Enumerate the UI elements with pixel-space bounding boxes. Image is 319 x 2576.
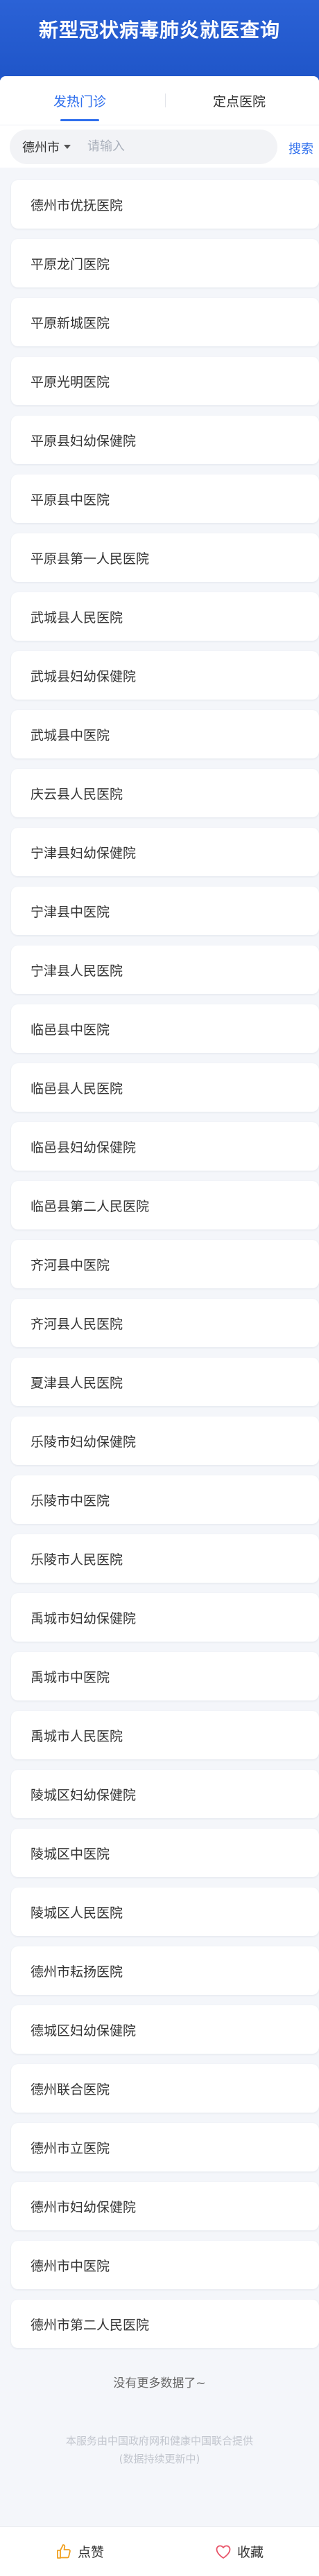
hospital-item[interactable]: 平原龙门医院 <box>11 239 319 287</box>
hospital-item[interactable]: 德州市第二人民医院 <box>11 2300 319 2348</box>
hospital-item[interactable]: 临邑县中医院 <box>11 1004 319 1053</box>
source-line-2: (数据持续更新中) <box>119 2453 200 2465</box>
favorite-label: 收藏 <box>236 2545 264 2560</box>
hospital-item[interactable]: 武城县人民医院 <box>11 592 319 641</box>
hospital-item[interactable]: 宁津县中医院 <box>11 887 319 935</box>
hospital-item[interactable]: 宁津县妇幼保健院 <box>11 828 319 876</box>
search-button[interactable]: 搜索 <box>288 139 313 157</box>
hospital-item[interactable]: 夏津县人民医院 <box>11 1358 319 1406</box>
hospital-item[interactable]: 齐河县人民医院 <box>11 1299 319 1347</box>
hospital-item[interactable]: 平原新城医院 <box>11 298 319 346</box>
city-label: 德州市 <box>22 140 60 155</box>
hospital-item[interactable]: 乐陵市人民医院 <box>11 1534 319 1583</box>
hospital-item[interactable]: 平原县第一人民医院 <box>11 533 319 582</box>
hospital-item[interactable]: 德州市妇幼保健院 <box>11 2182 319 2230</box>
hospital-item[interactable]: 德州市立医院 <box>11 2123 319 2171</box>
search-card: 发热门诊 定点医院 德州市 搜索 <box>0 76 319 168</box>
search-row: 德州市 搜索 <box>0 125 319 168</box>
hospital-item[interactable]: 齐河县中医院 <box>11 1240 319 1288</box>
hospital-item[interactable]: 临邑县第二人民医院 <box>11 1181 319 1229</box>
page-header: 新型冠状病毒肺炎就医查询 <box>0 0 319 80</box>
hospital-item[interactable]: 陵城区妇幼保健院 <box>11 1770 319 1818</box>
like-button[interactable]: 点赞 <box>0 2542 160 2561</box>
hospital-item[interactable]: 临邑县妇幼保健院 <box>11 1122 319 1171</box>
hospital-item[interactable]: 德州市优抚医院 <box>11 180 319 229</box>
tab-fever-clinic[interactable]: 发热门诊 <box>0 91 160 110</box>
hospital-item[interactable]: 德州联合医院 <box>11 2064 319 2113</box>
city-select[interactable]: 德州市 <box>22 138 71 156</box>
hospital-item[interactable]: 武城县妇幼保健院 <box>11 651 319 700</box>
no-more-text: 没有更多数据了~ <box>113 2377 206 2390</box>
like-label: 点赞 <box>77 2545 104 2560</box>
favorite-button[interactable]: 收藏 <box>160 2542 319 2561</box>
hospital-item[interactable]: 陵城区中医院 <box>11 1829 319 1877</box>
search-input[interactable] <box>87 139 247 154</box>
hospital-item[interactable]: 德州市中医院 <box>11 2241 319 2289</box>
page-title: 新型冠状病毒肺炎就医查询 <box>38 19 280 42</box>
hospital-item[interactable]: 临邑县人民医院 <box>11 1063 319 1112</box>
hospital-item[interactable]: 乐陵市中医院 <box>11 1475 319 1524</box>
caret-down-icon <box>64 144 71 149</box>
hospital-item[interactable]: 陵城区人民医院 <box>11 1887 319 1936</box>
heart-icon <box>216 2545 231 2559</box>
tab-designated-hospital[interactable]: 定点医院 <box>160 91 319 110</box>
hospital-item[interactable]: 禹城市妇幼保健院 <box>11 1593 319 1642</box>
bottom-action-bar: 点赞 收藏 <box>0 2526 319 2576</box>
hospital-item[interactable]: 平原县妇幼保健院 <box>11 416 319 464</box>
tab-bar: 发热门诊 定点医院 <box>0 76 319 125</box>
hospital-item[interactable]: 平原县中医院 <box>11 474 319 523</box>
hospital-item[interactable]: 乐陵市妇幼保健院 <box>11 1416 319 1465</box>
hospital-list: 德州市优抚医院 平原龙门医院 平原新城医院 平原光明医院 平原县妇幼保健院 平原县中医院平… <box>0 168 319 2348</box>
source-line-1: 本服务由中国政府网和健康中国联合提供 <box>65 2435 253 2447</box>
hospital-item[interactable]: 武城县中医院 <box>11 710 319 758</box>
hospital-item[interactable]: 平原光明医院 <box>11 357 319 405</box>
hospital-item[interactable]: 德州市耘扬医院 <box>11 1946 319 1995</box>
hospital-item[interactable]: 禹城市人民医院 <box>11 1711 319 1759</box>
hospital-item[interactable]: 德城区妇幼保健院 <box>11 2005 319 2054</box>
hospital-item[interactable]: 宁津县人民医院 <box>11 945 319 994</box>
source-note: 本服务由中国政府网和健康中国联合提供 (数据持续更新中) <box>0 2432 319 2468</box>
hospital-item[interactable]: 庆云县人民医院 <box>11 769 319 817</box>
search-box: 德州市 <box>10 129 277 164</box>
hospital-item[interactable]: 禹城市中医院 <box>11 1652 319 1700</box>
thumbs-up-icon <box>57 2543 71 2559</box>
